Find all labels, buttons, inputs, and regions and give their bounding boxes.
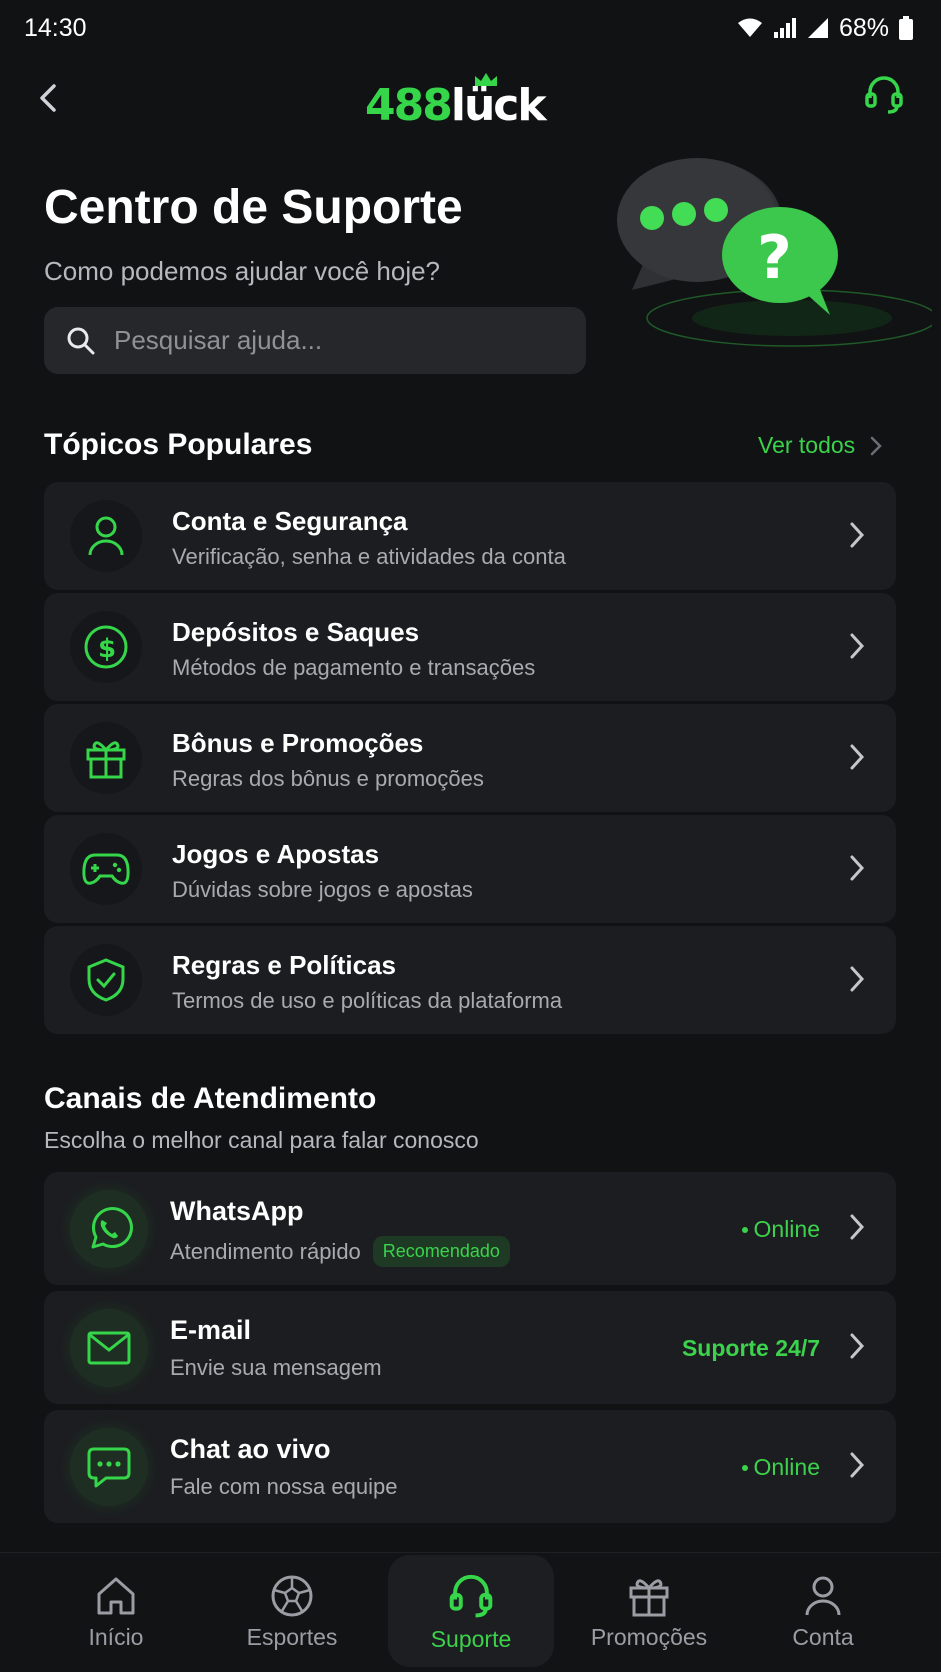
channels-title: Canais de Atendimento <box>44 1082 377 1115</box>
signal-icon <box>773 18 796 38</box>
mail-icon <box>87 1331 131 1365</box>
bottom-tab-bar: Início Esportes Suporte Promoções Conta <box>0 1552 941 1672</box>
topic-title: Regras e Políticas <box>172 950 396 980</box>
channel-title: E-mail <box>170 1315 252 1345</box>
topic-subtitle: Termos de uso e políticas da plataforma <box>172 988 563 1013</box>
chevron-right-icon <box>850 855 865 881</box>
topic-title: Depósitos e Saques <box>172 617 420 647</box>
search-input[interactable]: Pesquisar ajuda... <box>44 307 586 374</box>
topic-subtitle: Dúvidas sobre jogos e apostas <box>172 877 473 902</box>
logo-word: lück <box>450 80 547 131</box>
headset-icon <box>449 1574 493 1617</box>
svg-text:$: $ <box>98 634 116 664</box>
see-all-label: Ver todos <box>758 432 856 458</box>
tab-label: Conta <box>792 1623 854 1650</box>
topic-title: Bônus e Promoções <box>172 728 424 758</box>
chevron-right-icon <box>850 744 865 770</box>
headset-icon <box>865 76 903 114</box>
channel-status: Suporte 24/7 <box>682 1335 820 1362</box>
tab-promotions[interactable]: Promoções <box>568 1553 730 1671</box>
logo-number: 488 <box>365 80 453 131</box>
chevron-right-icon <box>850 966 865 992</box>
online-dot <box>741 1226 748 1233</box>
recommended-badge: Recomendado <box>372 1236 510 1267</box>
channel-subtitle: Envie sua mensagem <box>170 1355 382 1380</box>
see-all-link[interactable]: Ver todos <box>758 432 883 459</box>
chevron-right-icon <box>870 436 882 455</box>
topic-title: Jogos e Apostas <box>172 839 380 869</box>
whatsapp-icon <box>91 1207 133 1249</box>
chevron-left-icon <box>40 84 56 112</box>
channel-whatsapp[interactable]: WhatsApp Atendimento rápido Recomendado … <box>44 1172 896 1285</box>
status-bar: 14:30 68% <box>0 0 941 56</box>
battery-percent: 68% <box>838 13 889 42</box>
chevron-right-icon <box>850 1333 865 1359</box>
search-placeholder: Pesquisar ajuda... <box>114 325 323 355</box>
status-text: Suporte 24/7 <box>681 1335 820 1361</box>
home-icon <box>97 1577 135 1614</box>
popular-topics-title: Tópicos Populares <box>44 428 313 461</box>
gift-icon <box>629 1578 669 1616</box>
top-header: 488 lück <box>0 60 941 136</box>
tab-home[interactable]: Início <box>36 1553 196 1671</box>
gift-icon <box>86 741 126 779</box>
wifi-icon <box>737 18 762 37</box>
topic-subtitle: Métodos de pagamento e transações <box>172 655 536 680</box>
tab-account[interactable]: Conta <box>743 1553 903 1671</box>
topic-subtitle: Verificação, senha e atividades da conta <box>172 544 566 569</box>
chevron-right-icon <box>850 633 865 659</box>
topic-item-deposits-withdrawals[interactable]: $ Depósitos e Saques Métodos de pagament… <box>44 593 896 701</box>
channel-status: Online <box>741 1216 820 1243</box>
channel-title: WhatsApp <box>170 1196 304 1226</box>
channel-status: Online <box>741 1454 820 1481</box>
battery-icon <box>899 16 913 40</box>
shield-icon <box>87 958 125 1002</box>
tab-label: Promoções <box>590 1623 708 1650</box>
page-title: Centro de Suporte <box>44 181 463 234</box>
dollar-icon: $ <box>84 625 128 669</box>
user-icon <box>805 1576 841 1615</box>
user-icon <box>88 516 124 556</box>
tab-label: Esportes <box>246 1623 338 1650</box>
tab-label: Início <box>88 1623 144 1650</box>
topic-subtitle: Regras dos bônus e promoções <box>172 766 484 791</box>
back-button[interactable] <box>30 78 70 118</box>
svg-text:?: ? <box>757 223 792 293</box>
topic-item-account-security[interactable]: Conta e Segurança Verificação, senha e a… <box>44 482 896 590</box>
chevron-right-icon <box>850 1214 865 1240</box>
tab-sports[interactable]: Esportes <box>212 1553 372 1671</box>
channel-subtitle: Atendimento rápido <box>170 1238 361 1264</box>
topic-item-games-bets[interactable]: Jogos e Apostas Dúvidas sobre jogos e ap… <box>44 815 896 923</box>
topic-item-rules-policies[interactable]: Regras e Políticas Termos de uso e polít… <box>44 926 896 1034</box>
chevron-right-icon <box>850 1452 865 1478</box>
channel-email[interactable]: E-mail Envie sua mensagem Suporte 24/7 <box>44 1291 896 1404</box>
signal-icon-2 <box>807 18 828 38</box>
chat-bubbles-illustration: ? <box>617 158 932 347</box>
soccer-ball-icon <box>271 1575 313 1616</box>
online-dot <box>741 1464 748 1471</box>
status-text: Online <box>753 1454 820 1480</box>
tab-support[interactable]: Suporte <box>388 1555 554 1667</box>
topic-title: Conta e Segurança <box>172 506 408 536</box>
channel-live-chat[interactable]: Chat ao vivo Fale com nossa equipe Onlin… <box>44 1410 896 1523</box>
crown-icon <box>475 73 497 86</box>
gamepad-icon <box>82 853 130 885</box>
support-headset-button[interactable] <box>862 72 912 122</box>
topic-item-bonus-promotions[interactable]: Bônus e Promoções Regras dos bônus e pro… <box>44 704 896 812</box>
status-text: Online <box>753 1216 820 1242</box>
search-icon <box>67 327 95 354</box>
page-subtitle: Como podemos ajudar você hoje? <box>44 256 441 286</box>
chevron-right-icon <box>850 522 865 548</box>
tab-label: Suporte <box>430 1625 512 1652</box>
channel-subtitle: Fale com nossa equipe <box>170 1474 398 1499</box>
chat-icon <box>87 1447 131 1488</box>
status-time: 14:30 <box>24 13 87 42</box>
channels-subtitle: Escolha o melhor canal para falar conosc… <box>44 1127 479 1153</box>
channel-title: Chat ao vivo <box>170 1434 331 1464</box>
